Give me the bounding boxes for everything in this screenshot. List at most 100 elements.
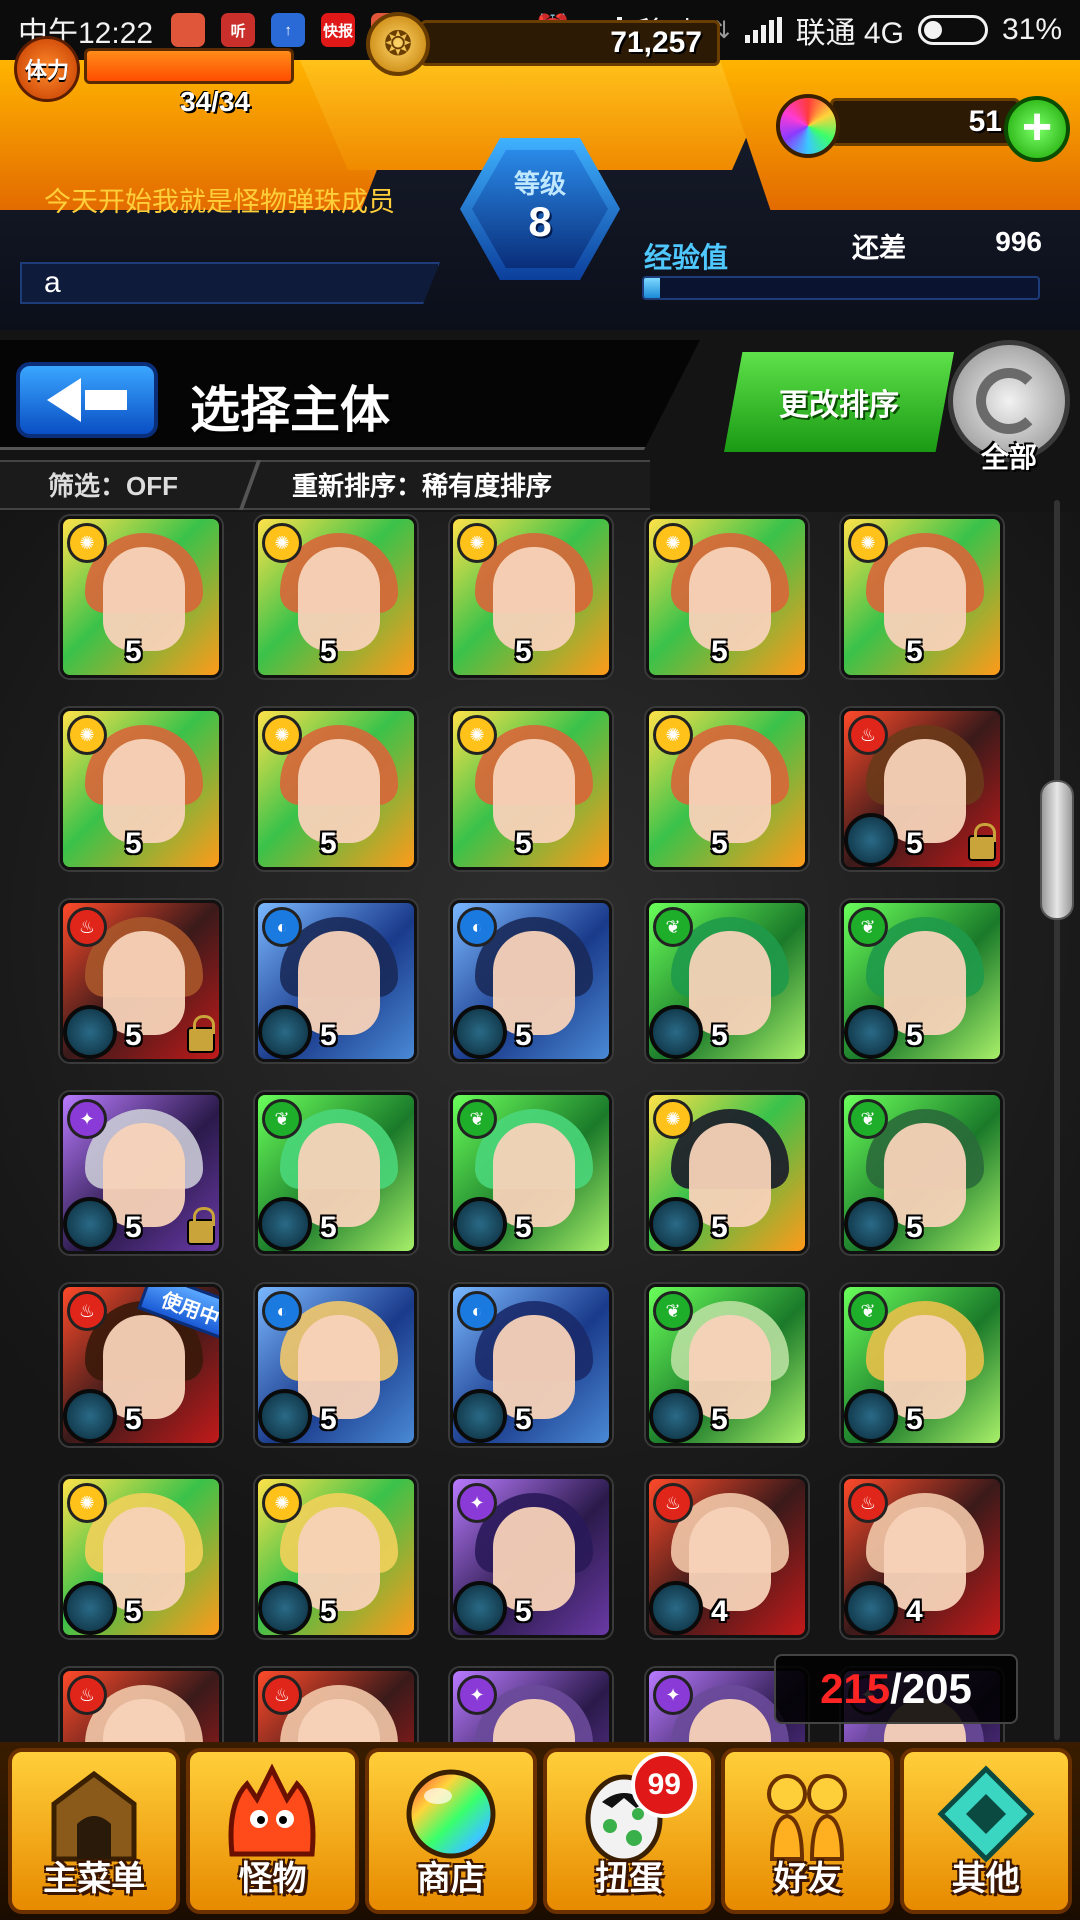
light-attribute-icon: ✺ bbox=[653, 523, 693, 563]
rarity-number: 5 bbox=[906, 1211, 923, 1244]
luck-orb-icon bbox=[844, 1197, 898, 1251]
rarity-number: 4 bbox=[906, 1595, 923, 1628]
rarity-number: 5 bbox=[125, 635, 142, 668]
luck-orb-icon bbox=[63, 1581, 117, 1635]
filter-toggle[interactable]: 筛选：OFF bbox=[48, 464, 178, 508]
monster-card[interactable]: ✺ 5 bbox=[255, 708, 417, 870]
monster-portrait bbox=[493, 547, 575, 651]
monster-card[interactable]: ✺ 5 bbox=[841, 516, 1003, 678]
monster-card[interactable]: ❦ 5 bbox=[841, 1284, 1003, 1446]
stamina-value: 34/34 bbox=[180, 86, 251, 117]
monster-card[interactable]: ✺ 5 bbox=[450, 708, 612, 870]
monster-card[interactable]: ❦ 5 bbox=[646, 900, 808, 1062]
water-attribute-icon: ◐ bbox=[457, 1291, 497, 1331]
monster-card[interactable]: ❦ 5 bbox=[841, 1092, 1003, 1254]
rarity-number: 5 bbox=[515, 635, 532, 668]
monster-card[interactable]: ✺ 5 bbox=[255, 516, 417, 678]
rarity-number: 5 bbox=[515, 1211, 532, 1244]
light-attribute-icon: ✺ bbox=[67, 715, 107, 755]
monster-card[interactable]: ❦ 5 bbox=[255, 1092, 417, 1254]
luck-orb-icon bbox=[649, 1005, 703, 1059]
weibo-icon bbox=[171, 13, 206, 47]
monster-card[interactable]: ✺ 5 bbox=[646, 516, 808, 678]
monster-card[interactable]: ✺ 5 bbox=[60, 1476, 222, 1638]
wood-attribute-icon: ❦ bbox=[848, 1291, 888, 1331]
monster-card[interactable]: ✺ 5 bbox=[646, 1092, 808, 1254]
monster-card[interactable]: ❦ 5 bbox=[841, 900, 1003, 1062]
monster-card[interactable]: ✺ 5 bbox=[646, 708, 808, 870]
nav-item-other[interactable]: 其他 bbox=[899, 1748, 1072, 1914]
monster-card[interactable]: ♨ 5 bbox=[841, 708, 1003, 870]
monster-card[interactable]: ◐ 5 bbox=[450, 900, 612, 1062]
monster-card[interactable]: ♨ 5 bbox=[60, 900, 222, 1062]
light-attribute-icon: ✺ bbox=[262, 1483, 302, 1523]
rarity-number: 4 bbox=[711, 1595, 728, 1628]
luck-orb-icon bbox=[453, 1005, 507, 1059]
player-motto: 今天开始我就是怪物弹珠成员 bbox=[44, 187, 395, 217]
nav-label: 怪物 bbox=[238, 1860, 307, 1898]
fire-attribute-icon: ♨ bbox=[848, 715, 888, 755]
monster-portrait bbox=[884, 931, 966, 1035]
buy-orbs-button[interactable]: + bbox=[1004, 96, 1070, 162]
notification-badge: 99 bbox=[631, 1752, 698, 1818]
monster-card[interactable]: ♨ 5 使用中 bbox=[60, 1284, 222, 1446]
monster-card[interactable]: ✺ 5 bbox=[60, 708, 222, 870]
rarity-number: 5 bbox=[906, 1403, 923, 1436]
rarity-number: 5 bbox=[125, 1211, 142, 1244]
fire-attribute-icon: ♨ bbox=[67, 1291, 107, 1331]
monster-icon bbox=[217, 1763, 327, 1864]
scrollbar-thumb[interactable] bbox=[1040, 780, 1074, 920]
luck-orb-icon bbox=[63, 1389, 117, 1443]
monster-card[interactable]: ✦ 5 bbox=[60, 1092, 222, 1254]
monster-card[interactable]: ♨ bbox=[60, 1668, 222, 1742]
monster-card[interactable]: ❦ 5 bbox=[646, 1284, 808, 1446]
monster-card[interactable]: ◐ 5 bbox=[255, 900, 417, 1062]
luck-orb-icon bbox=[258, 1005, 312, 1059]
monster-card[interactable]: ♨ 4 bbox=[646, 1476, 808, 1638]
carrier-2: 联通 4G bbox=[795, 17, 904, 50]
monster-card[interactable]: ◐ 5 bbox=[450, 1284, 612, 1446]
nav-label: 扭蛋 bbox=[595, 1860, 664, 1898]
nav-item-monster[interactable]: 怪物 bbox=[186, 1748, 359, 1914]
monster-portrait bbox=[493, 1507, 575, 1611]
monster-card[interactable]: ♨ bbox=[255, 1668, 417, 1742]
nav-item-egg[interactable]: 扭蛋 99 bbox=[542, 1748, 716, 1914]
luck-orb-icon bbox=[63, 1197, 117, 1251]
monster-card[interactable]: ✺ 5 bbox=[60, 516, 222, 678]
luck-orb-icon bbox=[453, 1581, 507, 1635]
nav-item-castle[interactable]: 主菜单 bbox=[8, 1748, 181, 1914]
scrollbar-track[interactable] bbox=[1054, 500, 1060, 1740]
nav-item-rainbow-orb[interactable]: 商店 bbox=[364, 1748, 537, 1914]
rarity-number: 5 bbox=[906, 635, 923, 668]
change-sort-button[interactable]: 更改排序 bbox=[724, 352, 954, 452]
nav-item-friends[interactable]: 好友 bbox=[721, 1748, 894, 1914]
battery-icon bbox=[917, 15, 988, 45]
rarity-number: 5 bbox=[320, 1403, 337, 1436]
monster-card[interactable]: ✦ bbox=[450, 1668, 612, 1742]
monster-portrait bbox=[689, 1507, 771, 1611]
monster-portrait bbox=[689, 1315, 771, 1419]
fire-attribute-icon: ♨ bbox=[67, 907, 107, 947]
monster-portrait bbox=[103, 739, 185, 843]
monster-portrait bbox=[298, 1507, 380, 1611]
lock-icon bbox=[187, 1015, 215, 1053]
monster-portrait bbox=[884, 1123, 966, 1227]
fire-attribute-icon: ♨ bbox=[262, 1675, 302, 1715]
monster-card[interactable]: ◐ 5 bbox=[255, 1284, 417, 1446]
monster-card[interactable]: ✺ 5 bbox=[450, 516, 612, 678]
back-button[interactable] bbox=[16, 362, 158, 438]
monster-card[interactable]: ❦ 5 bbox=[450, 1092, 612, 1254]
rarity-number: 5 bbox=[515, 1403, 532, 1436]
exp-bar bbox=[642, 276, 1040, 300]
monster-portrait bbox=[103, 1507, 185, 1611]
resort-option[interactable]: 重新排序：稀有度排序 bbox=[292, 464, 552, 508]
water-attribute-icon: ◐ bbox=[457, 907, 497, 947]
rarity-number: 5 bbox=[711, 1211, 728, 1244]
luck-orb-icon bbox=[63, 1005, 117, 1059]
monster-portrait bbox=[689, 1123, 771, 1227]
monster-grid: ✺ 5 ✺ 5 ✺ 5 ✺ 5 ✺ 5 ✺ 5 ✺ 5 ✺ 5 ✺ 5 ♨ 5 ♨ 5 ◐ 5 ◐ 5 ❦ 5 ❦ 5 ✦ 5 ❦ 5 ❦ 5 ✺ 5 ❦ 5… bbox=[0, 512, 1080, 1742]
monster-card[interactable]: ✦ 5 bbox=[450, 1476, 612, 1638]
dark-attribute-icon: ✦ bbox=[67, 1099, 107, 1139]
monster-card[interactable]: ♨ 4 bbox=[841, 1476, 1003, 1638]
monster-card[interactable]: ✺ 5 bbox=[255, 1476, 417, 1638]
